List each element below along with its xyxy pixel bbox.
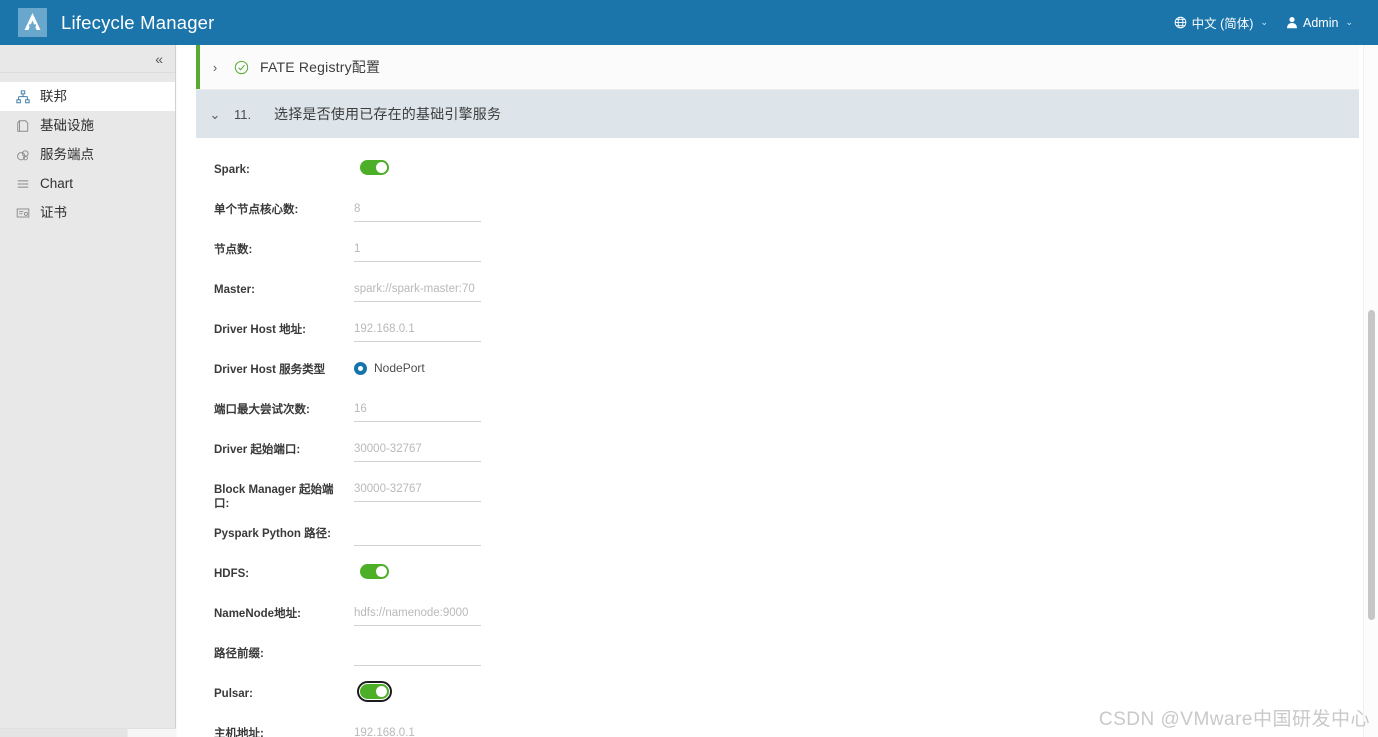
double-chevron-left-icon: « [155,50,163,67]
form-row-pulsar: Pulsar: [196,681,1359,711]
spark-cores-input[interactable] [354,200,481,222]
spark-nodes-input[interactable] [354,240,481,262]
language-selector[interactable]: 中文 (简体) ⌄ [1165,13,1277,32]
chevron-down-icon: ⌄ [209,106,221,122]
radio-option-label: NodePort [374,361,425,375]
sidebar-horizontal-scrollbar[interactable] [0,728,176,737]
field-label: Master: [214,284,255,296]
sidebar-item-federation[interactable]: 联邦 [0,82,175,111]
form-row-pyspark-python-path: Pyspark Python 路径: [196,524,1359,551]
field-label: 路径前缀: [214,648,264,660]
field-label: 节点数: [214,244,253,256]
check-circle-icon [234,60,260,75]
topbar-actions: 中文 (简体) ⌄ Admin ⌄ [1165,13,1378,32]
form-row-spark-nodes: 节点数: [196,240,1359,267]
app-title: Lifecycle Manager [61,11,215,33]
engine-services-form: Spark: 单个节点核心数: 节点数: Master: Driver Host… [196,138,1359,737]
pyspark-python-path-input[interactable] [354,524,481,546]
field-label: Driver Host 服务类型 [214,364,326,376]
field-label: 主机地址: [214,728,264,737]
content-vertical-scrollbar[interactable] [1363,45,1378,737]
globe-icon [1174,16,1187,29]
top-bar: Lifecycle Manager 中文 (简体) ⌄ Admin ⌄ [0,0,1378,45]
chevron-right-icon: › [212,59,218,75]
field-label: Spark: [214,164,250,176]
scrollbar-thumb[interactable] [1368,310,1375,620]
sidebar-item-chart[interactable]: Chart [0,169,175,198]
step-title: 选择是否使用已存在的基础引擎服务 [274,106,502,122]
pulsar-host-input[interactable] [354,724,481,737]
triangle-a-logo-icon [18,8,47,37]
chevron-down-icon: ⌄ [1345,17,1353,27]
form-row-block-manager-start-port: Block Manager 起始端口: [196,480,1359,511]
form-row-hdfs: HDFS: [196,564,1359,591]
sidebar-item-label: Chart [40,175,74,191]
namenode-address-input[interactable] [354,604,481,626]
form-row-driver-host-service-type: Driver Host 服务类型 NodePort [196,360,1359,387]
form-row-spark-master: Master: [196,280,1359,307]
form-row-driver-host: Driver Host 地址: [196,320,1359,347]
sidebar-item-infrastructure[interactable]: 基础设施 [0,111,175,140]
block-manager-start-port-input[interactable] [354,480,481,502]
form-row-pulsar-host: 主机地址: [196,724,1359,737]
field-label: HDFS: [214,568,250,580]
sidebar-collapse-button[interactable]: « [0,45,175,73]
user-icon [1286,16,1298,29]
federation-icon [16,89,33,104]
sidebar-item-service-endpoint[interactable]: 服务端点 [0,140,175,169]
infrastructure-icon [16,119,33,133]
certificate-icon [16,206,33,220]
field-label: 端口最大尝试次数: [214,404,310,416]
chevron-down-icon: ⌄ [1260,17,1269,27]
user-label: Admin [1303,15,1339,30]
step-number: 11. [234,106,252,122]
port-max-retries-input[interactable] [354,400,481,422]
field-label: Driver 起始端口: [214,444,301,456]
field-label: Pulsar: [214,688,253,700]
step-header-fate-registry[interactable]: › FATE Registry配置 [196,45,1359,90]
driver-host-input[interactable] [354,320,481,342]
driver-host-service-type-radio[interactable] [354,361,367,375]
path-prefix-input[interactable] [354,644,481,666]
form-row-spark: Spark: [196,160,1359,187]
sidebar: « 联邦 基础设施 服务端点 Chart 证书 [0,45,176,737]
sidebar-item-label: 证书 [40,204,67,220]
form-row-spark-cores: 单个节点核心数: [196,200,1359,227]
sidebar-item-label: 联邦 [40,88,67,104]
field-label: 单个节点核心数: [214,204,299,216]
pulsar-toggle[interactable] [357,681,392,702]
step-title: FATE Registry配置 [260,59,381,75]
driver-start-port-input[interactable] [354,440,481,462]
user-menu[interactable]: Admin ⌄ [1277,16,1362,30]
field-label: Driver Host 地址: [214,324,307,336]
language-label: 中文 (简体) [1191,17,1254,31]
brand: Lifecycle Manager [0,8,215,37]
field-label: Pyspark Python 路径: [214,528,331,540]
field-label: NameNode地址: [214,608,301,620]
spark-master-input[interactable] [354,280,481,302]
spark-toggle[interactable] [360,160,389,175]
form-row-driver-start-port: Driver 起始端口: [196,440,1359,467]
wizard-steps: › FATE Registry配置 ⌄ 11. 选择是否使用已存在的基础引擎服务… [196,45,1359,737]
service-endpoint-icon [16,148,33,162]
main-content: › FATE Registry配置 ⌄ 11. 选择是否使用已存在的基础引擎服务… [177,45,1378,737]
form-row-path-prefix: 路径前缀: [196,644,1359,671]
list-icon [16,177,33,191]
step-header-existing-engine-services[interactable]: ⌄ 11. 选择是否使用已存在的基础引擎服务 [196,90,1359,138]
sidebar-nav: 联邦 基础设施 服务端点 Chart 证书 [0,73,175,227]
sidebar-item-label: 服务端点 [40,146,94,162]
field-label: Block Manager 起始端口: [214,484,334,510]
sidebar-item-label: 基础设施 [40,117,94,133]
hdfs-toggle[interactable] [360,564,389,579]
sidebar-item-certificate[interactable]: 证书 [0,198,175,227]
form-row-namenode-address: NameNode地址: [196,604,1359,631]
form-row-port-max-retries: 端口最大尝试次数: [196,400,1359,427]
